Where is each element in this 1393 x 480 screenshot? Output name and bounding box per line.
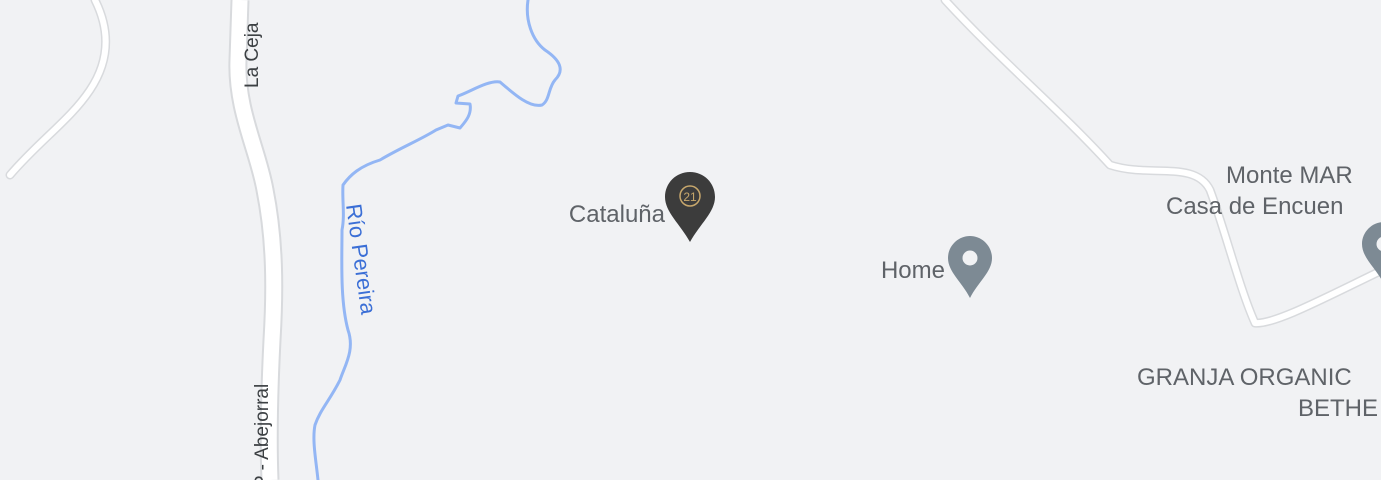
place-label-monte-mar-line1[interactable]: Monte MAR (1226, 162, 1353, 189)
place-label-cataluna[interactable]: Cataluña (569, 201, 666, 228)
road-label-abejorral: P - Abejorral (252, 384, 273, 480)
century-21-logo: 21 (683, 190, 697, 204)
road-label-la-ceja: La Ceja (242, 22, 263, 88)
map-canvas[interactable]: La Ceja P - Abejorral Río Pereira Catalu… (0, 0, 1393, 480)
place-label-granja-line2[interactable]: BETHE (1298, 395, 1378, 422)
place-label-monte-mar-line2[interactable]: Casa de Encuen (1166, 193, 1343, 220)
map-land (0, 0, 1393, 480)
place-label-home[interactable]: Home (881, 257, 945, 284)
map-view[interactable]: La Ceja P - Abejorral Río Pereira Catalu… (0, 0, 1393, 480)
place-label-granja-line1[interactable]: GRANJA ORGANIC (1137, 364, 1352, 391)
map-right-edge (1381, 0, 1393, 480)
